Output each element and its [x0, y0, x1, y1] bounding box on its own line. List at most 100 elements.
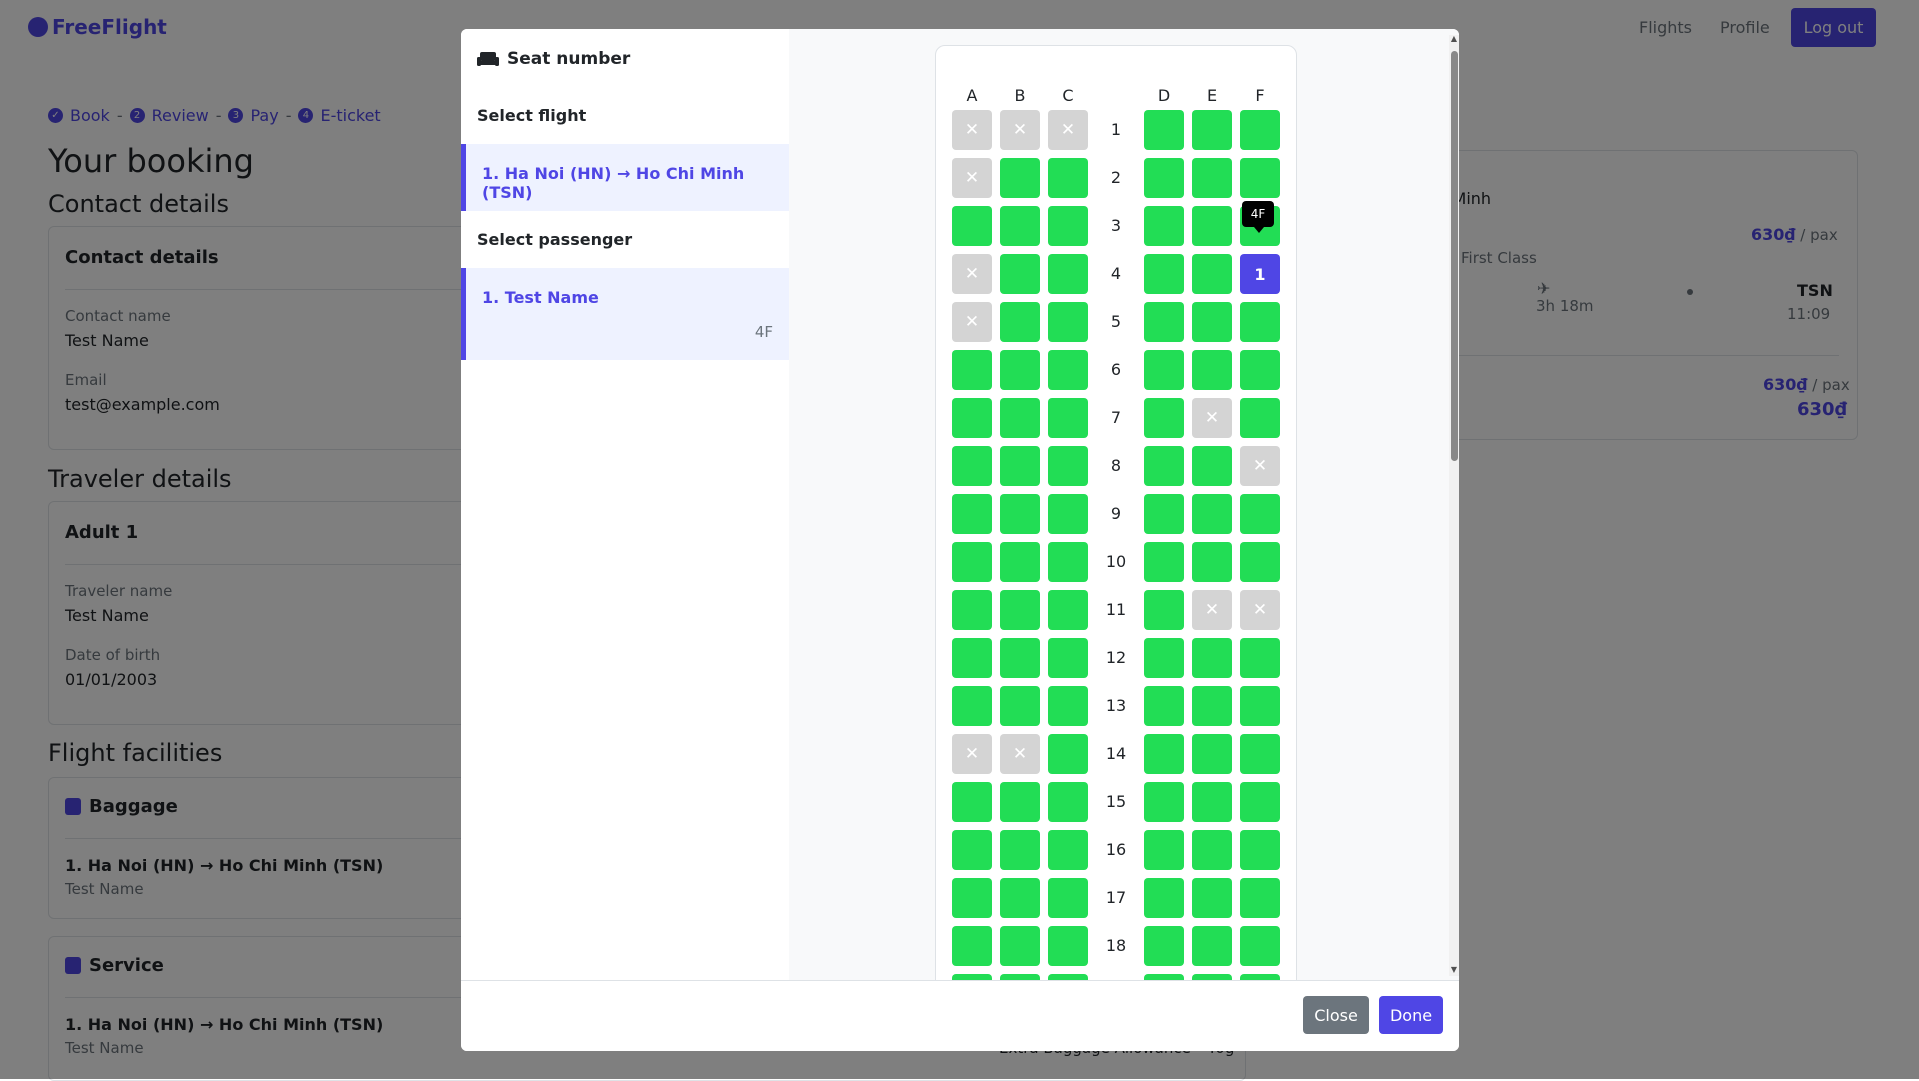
seat-10e[interactable]: [1192, 542, 1232, 582]
seat-4e[interactable]: [1192, 254, 1232, 294]
seat-9a[interactable]: [952, 494, 992, 534]
seat-2c[interactable]: [1048, 158, 1088, 198]
seat-9f[interactable]: [1240, 494, 1280, 534]
done-button[interactable]: Done: [1379, 996, 1443, 1034]
seat-18c[interactable]: [1048, 926, 1088, 966]
seat-6b[interactable]: [1000, 350, 1040, 390]
seat-13d[interactable]: [1144, 686, 1184, 726]
seat-15d[interactable]: [1144, 782, 1184, 822]
seat-16f[interactable]: [1240, 830, 1280, 870]
seat-2f[interactable]: [1240, 158, 1280, 198]
seat-1f[interactable]: [1240, 110, 1280, 150]
seat-6c[interactable]: [1048, 350, 1088, 390]
seat-7c[interactable]: [1048, 398, 1088, 438]
seat-18d[interactable]: [1144, 926, 1184, 966]
seat-6d[interactable]: [1144, 350, 1184, 390]
seat-8e[interactable]: [1192, 446, 1232, 486]
seat-8b[interactable]: [1000, 446, 1040, 486]
seat-10b[interactable]: [1000, 542, 1040, 582]
seat-18b[interactable]: [1000, 926, 1040, 966]
seat-13c[interactable]: [1048, 686, 1088, 726]
seat-1e[interactable]: [1192, 110, 1232, 150]
seat-2d[interactable]: [1144, 158, 1184, 198]
seat-13b[interactable]: [1000, 686, 1040, 726]
seat-8d[interactable]: [1144, 446, 1184, 486]
seat-6f[interactable]: [1240, 350, 1280, 390]
seat-6a[interactable]: [952, 350, 992, 390]
seat-3b[interactable]: [1000, 206, 1040, 246]
seat-7f[interactable]: [1240, 398, 1280, 438]
seat-2b[interactable]: [1000, 158, 1040, 198]
seat-1d[interactable]: [1144, 110, 1184, 150]
seat-9d[interactable]: [1144, 494, 1184, 534]
seat-4f-selected[interactable]: 1: [1240, 254, 1280, 294]
seat-12a[interactable]: [952, 638, 992, 678]
seat-8c[interactable]: [1048, 446, 1088, 486]
seat-17f[interactable]: [1240, 878, 1280, 918]
seat-18f[interactable]: [1240, 926, 1280, 966]
seat-9e[interactable]: [1192, 494, 1232, 534]
seat-7a[interactable]: [952, 398, 992, 438]
seat-13e[interactable]: [1192, 686, 1232, 726]
seat-12e[interactable]: [1192, 638, 1232, 678]
scroll-down-icon[interactable]: ▼: [1449, 964, 1459, 976]
seat-16c[interactable]: [1048, 830, 1088, 870]
seat-6e[interactable]: [1192, 350, 1232, 390]
seat-17e[interactable]: [1192, 878, 1232, 918]
seat-12c[interactable]: [1048, 638, 1088, 678]
seat-10f[interactable]: [1240, 542, 1280, 582]
seat-17a[interactable]: [952, 878, 992, 918]
flight-option[interactable]: 1. Ha Noi (HN) → Ho Chi Minh (TSN): [461, 144, 789, 211]
seat-7b[interactable]: [1000, 398, 1040, 438]
seat-4b[interactable]: [1000, 254, 1040, 294]
seat-2e[interactable]: [1192, 158, 1232, 198]
seat-5c[interactable]: [1048, 302, 1088, 342]
seat-14d[interactable]: [1144, 734, 1184, 774]
seat-5b[interactable]: [1000, 302, 1040, 342]
seat-14c[interactable]: [1048, 734, 1088, 774]
seat-5e[interactable]: [1192, 302, 1232, 342]
close-button[interactable]: Close: [1303, 996, 1369, 1034]
seat-15f[interactable]: [1240, 782, 1280, 822]
seat-11a[interactable]: [952, 590, 992, 630]
seat-15b[interactable]: [1000, 782, 1040, 822]
seat-15e[interactable]: [1192, 782, 1232, 822]
passenger-option[interactable]: 1. Test Name 4F: [461, 268, 789, 360]
scroll-up-icon[interactable]: ▲: [1449, 33, 1459, 45]
seat-3c[interactable]: [1048, 206, 1088, 246]
seat-14f[interactable]: [1240, 734, 1280, 774]
seat-9b[interactable]: [1000, 494, 1040, 534]
seat-4c[interactable]: [1048, 254, 1088, 294]
seat-13f[interactable]: [1240, 686, 1280, 726]
seat-13a[interactable]: [952, 686, 992, 726]
seat-17c[interactable]: [1048, 878, 1088, 918]
modal-scrollbar-thumb[interactable]: [1451, 51, 1458, 461]
seat-11d[interactable]: [1144, 590, 1184, 630]
seat-18a[interactable]: [952, 926, 992, 966]
seat-18e[interactable]: [1192, 926, 1232, 966]
seat-9c[interactable]: [1048, 494, 1088, 534]
seat-16e[interactable]: [1192, 830, 1232, 870]
seat-16b[interactable]: [1000, 830, 1040, 870]
seat-5d[interactable]: [1144, 302, 1184, 342]
seat-10c[interactable]: [1048, 542, 1088, 582]
seat-16a[interactable]: [952, 830, 992, 870]
seat-16d[interactable]: [1144, 830, 1184, 870]
seat-7d[interactable]: [1144, 398, 1184, 438]
seat-12f[interactable]: [1240, 638, 1280, 678]
seat-3a[interactable]: [952, 206, 992, 246]
seat-17b[interactable]: [1000, 878, 1040, 918]
seat-14e[interactable]: [1192, 734, 1232, 774]
seat-10d[interactable]: [1144, 542, 1184, 582]
seat-17d[interactable]: [1144, 878, 1184, 918]
seat-15c[interactable]: [1048, 782, 1088, 822]
seat-12b[interactable]: [1000, 638, 1040, 678]
seat-11c[interactable]: [1048, 590, 1088, 630]
seat-10a[interactable]: [952, 542, 992, 582]
seat-3d[interactable]: [1144, 206, 1184, 246]
seat-5f[interactable]: [1240, 302, 1280, 342]
seat-12d[interactable]: [1144, 638, 1184, 678]
seat-8a[interactable]: [952, 446, 992, 486]
seat-3e[interactable]: [1192, 206, 1232, 246]
seat-11b[interactable]: [1000, 590, 1040, 630]
